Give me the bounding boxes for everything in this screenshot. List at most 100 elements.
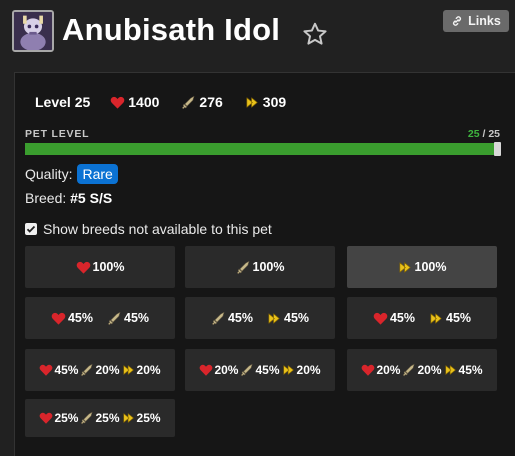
speed-value: 309 bbox=[262, 94, 287, 110]
links-button[interactable]: Links bbox=[443, 10, 509, 32]
breed-option-8[interactable]: 20% 45% 20% bbox=[185, 349, 335, 391]
breed-option-7[interactable]: 45% 20% 20% bbox=[25, 349, 175, 391]
quality-row: Quality: Rare bbox=[25, 164, 118, 184]
breed-option-stat-value: 45% bbox=[255, 363, 280, 377]
breed-option-1[interactable]: 100% bbox=[25, 246, 175, 288]
power-stat: 276 bbox=[181, 94, 223, 110]
quality-badge: Rare bbox=[77, 164, 118, 184]
breed-option-stat-value: 45% bbox=[227, 311, 253, 325]
breed-row: Breed: #5 S/S bbox=[25, 190, 112, 206]
breed-option-stat: 20% bbox=[80, 363, 120, 377]
breed-option-stat: 45% bbox=[51, 311, 93, 326]
heart-icon bbox=[373, 312, 388, 325]
health-value: 1400 bbox=[128, 94, 160, 110]
speed-icon bbox=[246, 96, 258, 108]
breed-option-stat: 25% bbox=[80, 411, 120, 425]
breed-option-stat-value: 100% bbox=[92, 260, 125, 274]
breed-option-stat: 20% bbox=[122, 363, 161, 377]
star-outline-icon bbox=[303, 22, 327, 45]
heart-icon bbox=[110, 96, 125, 109]
links-button-label: Links bbox=[468, 14, 501, 28]
pet-portrait bbox=[12, 10, 54, 52]
breed-option-stat-value: 25% bbox=[136, 411, 161, 425]
breed-option-stat-value: 20% bbox=[296, 363, 321, 377]
breed-option-3[interactable]: 100% bbox=[347, 246, 497, 288]
pet-level-separator: / bbox=[479, 128, 489, 140]
sword-icon bbox=[236, 260, 249, 274]
breed-option-stat: 45% bbox=[39, 363, 78, 377]
breed-option-stat-value: 45% bbox=[67, 311, 93, 325]
breed-option-stat: 100% bbox=[398, 260, 447, 275]
sword-icon bbox=[403, 363, 415, 377]
heart-icon bbox=[51, 312, 66, 325]
breed-option-stat-value: 45% bbox=[389, 311, 415, 325]
show-breeds-label: Show breeds not available to this pet bbox=[43, 221, 272, 237]
sword-icon bbox=[81, 363, 93, 377]
breed-label: Breed: bbox=[25, 190, 67, 206]
speed-icon bbox=[268, 312, 280, 324]
breed-option-stat-value: 25% bbox=[54, 411, 79, 425]
pet-level-slider-handle[interactable] bbox=[494, 142, 501, 156]
sword-icon bbox=[81, 411, 93, 425]
heart-icon bbox=[200, 364, 213, 376]
sword-icon bbox=[241, 363, 253, 377]
speed-icon bbox=[122, 365, 134, 375]
sword-icon bbox=[211, 311, 225, 325]
breed-option-stat-value: 20% bbox=[95, 363, 120, 377]
speed-icon bbox=[444, 365, 456, 375]
breed-option-stat: 20% bbox=[282, 363, 321, 377]
pet-level-label: Level 25 bbox=[35, 94, 91, 110]
show-breeds-toggle[interactable]: Show breeds not available to this pet bbox=[25, 221, 272, 237]
breed-option-9[interactable]: 20% 20% 45% bbox=[347, 349, 497, 391]
health-stat: 1400 bbox=[110, 94, 159, 110]
breed-option-stat: 25% bbox=[122, 411, 161, 425]
heart-icon bbox=[76, 261, 90, 274]
pet-details-panel: Level 25 1400 276 309 PET LEVEL 25 / 25 … bbox=[14, 72, 515, 456]
breed-option-10[interactable]: 25% 25% 25% bbox=[25, 399, 175, 437]
breed-option-stat: 20% bbox=[361, 363, 400, 377]
breed-option-stat: 25% bbox=[39, 411, 78, 425]
breed-option-stat: 45% bbox=[444, 363, 483, 377]
breed-option-stat: 45% bbox=[211, 311, 253, 326]
pet-level-bar bbox=[25, 142, 501, 156]
breed-option-2[interactable]: 100% bbox=[185, 246, 335, 288]
breed-option-stat-value: 45% bbox=[54, 363, 79, 377]
breed-option-stat: 100% bbox=[236, 260, 285, 275]
breed-option-stat-value: 45% bbox=[458, 363, 483, 377]
sword-icon bbox=[182, 95, 195, 109]
breed-option-stat-value: 25% bbox=[95, 411, 120, 425]
breed-option-stat-value: 20% bbox=[136, 363, 161, 377]
breed-option-stat-value: 45% bbox=[124, 311, 150, 325]
heart-icon bbox=[362, 364, 375, 376]
heart-icon bbox=[40, 364, 53, 376]
heart-icon bbox=[40, 412, 53, 424]
speed-icon bbox=[122, 413, 134, 423]
favorite-button[interactable] bbox=[302, 21, 328, 47]
breed-option-stat-value: 100% bbox=[414, 260, 447, 274]
page-title: Anubisath Idol bbox=[62, 12, 281, 47]
breed-option-6[interactable]: 45% 45% bbox=[347, 297, 497, 339]
breed-option-stat: 45% bbox=[429, 311, 471, 326]
pet-level-max: 25 bbox=[488, 128, 500, 140]
breed-option-stat-value: 20% bbox=[417, 363, 442, 377]
breed-option-stat-value: 45% bbox=[446, 311, 472, 325]
breed-option-4[interactable]: 45% 45% bbox=[25, 297, 175, 339]
breed-option-stat-value: 45% bbox=[284, 311, 310, 325]
breed-option-stat: 100% bbox=[76, 260, 125, 275]
page-header: Anubisath Idol Links bbox=[0, 0, 515, 66]
breed-option-stat: 45% bbox=[267, 311, 309, 326]
power-value: 276 bbox=[199, 94, 223, 110]
checkmark-icon bbox=[26, 225, 36, 233]
breed-option-stat-value: 20% bbox=[214, 363, 239, 377]
breed-option-stat: 20% bbox=[199, 363, 238, 377]
pet-stats-row: Level 25 1400 276 309 bbox=[35, 94, 308, 110]
pet-level-current: 25 bbox=[467, 128, 480, 140]
breed-option-stat: 45% bbox=[373, 311, 415, 326]
sword-icon bbox=[107, 311, 121, 325]
breed-option-5[interactable]: 45% 45% bbox=[185, 297, 335, 339]
breed-option-stat-value: 100% bbox=[252, 260, 285, 274]
show-breeds-checkbox[interactable] bbox=[25, 223, 37, 235]
speed-icon bbox=[430, 312, 442, 324]
breed-option-stat-value: 20% bbox=[376, 363, 401, 377]
pet-level-heading: PET LEVEL bbox=[25, 128, 90, 140]
